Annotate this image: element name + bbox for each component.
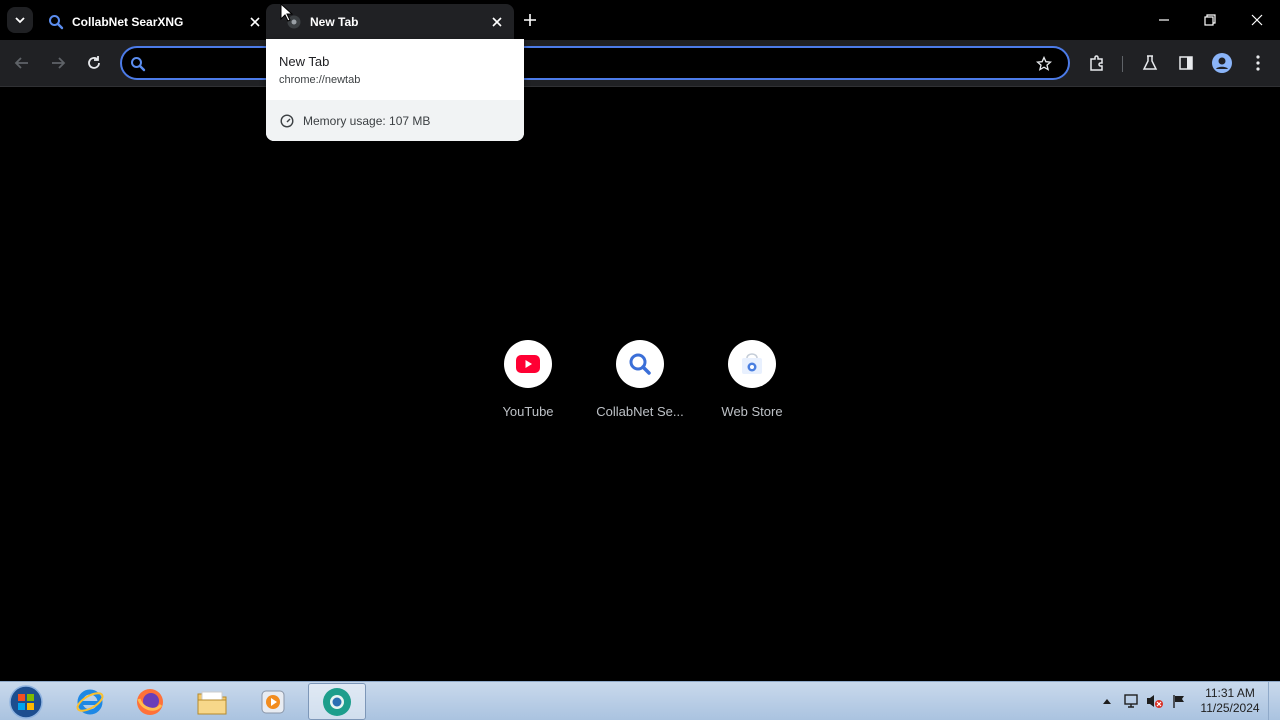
kebab-menu-icon [1256,55,1260,71]
avatar-icon [1212,53,1232,73]
restore-button[interactable] [1196,6,1224,34]
show-hidden-icons-button[interactable] [1098,692,1116,710]
profile-button[interactable] [1209,50,1235,76]
reload-icon [88,56,100,69]
toolbar [0,40,1280,87]
chevron-down-icon [15,17,25,24]
close-window-button[interactable] [1243,6,1271,34]
forward-button[interactable] [45,50,71,76]
tab-new-tab[interactable]: New Tab [266,4,514,40]
mouse-cursor-icon [280,3,294,22]
shortcut-label: Web Store [721,404,783,419]
reload-button[interactable] [81,50,107,76]
flask-icon [1142,55,1158,70]
show-desktop-button[interactable] [1268,682,1280,720]
side-panel-button[interactable] [1173,50,1199,76]
file-explorer-icon [197,691,227,714]
youtube-icon [516,355,540,373]
shortcut-youtube[interactable]: YouTube [472,340,584,430]
tab-strip: CollabNet SearXNG New Tab [0,0,1280,40]
memory-gauge-icon [279,113,295,129]
shortcut-tile [616,340,664,388]
back-arrow-icon [14,57,28,69]
taskbar-file-explorer[interactable] [185,683,239,720]
shortcut-web-store[interactable]: Web Store [696,340,808,430]
hover-card-url: chrome://newtab [279,74,361,86]
hover-card-title: New Tab [279,54,330,69]
plus-icon [524,14,536,26]
webstore-icon [742,353,762,374]
shortcut-tile [504,340,552,388]
close-icon [1251,14,1263,26]
tab-collabnet[interactable]: CollabNet SearXNG [40,4,272,40]
bookmark-star-icon[interactable] [1034,54,1054,74]
taskbar-internet-explorer[interactable] [63,683,117,720]
restore-icon [1204,14,1216,26]
search-icon [48,14,64,30]
taskbar-chrome[interactable] [308,683,366,720]
side-panel-icon [1179,56,1193,70]
forward-arrow-icon [52,57,66,69]
volume-muted-icon [1147,695,1163,708]
tab-title: New Tab [310,15,359,29]
tab-hover-card: New Tab chrome://newtab Memory usage: 10… [266,39,524,141]
taskbar-media-player[interactable] [246,683,300,720]
internet-explorer-icon [76,689,104,714]
new-tab-button[interactable] [520,10,540,30]
shortcut-label: YouTube [502,404,554,419]
shortcut-collabnet[interactable]: CollabNet Se... [584,340,696,430]
network-icon [1124,694,1138,708]
windows-logo-icon [9,685,43,719]
labs-button[interactable] [1137,50,1163,76]
extensions-button[interactable] [1084,50,1110,76]
search-icon [629,353,651,375]
system-clock[interactable]: 11:31 AM 11/25/2024 [1196,686,1264,716]
firefox-icon [137,688,163,715]
chrome-app-icon [323,687,351,716]
network-tray-icon[interactable] [1122,692,1140,710]
menu-button[interactable] [1245,50,1271,76]
clock-time: 11:31 AM [1205,686,1255,700]
shortcut-tile [728,340,776,388]
screen: CollabNet SearXNG New Tab New Tab chrome… [0,0,1280,720]
hover-card-memory: Memory usage: 107 MB [266,100,524,141]
search-icon [128,54,148,74]
address-bar[interactable] [120,46,1070,80]
puzzle-icon [1090,55,1103,71]
tab-search-button[interactable] [7,7,33,33]
shortcut-label: CollabNet Se... [596,404,684,419]
toolbar-divider [1122,56,1123,72]
close-tab-icon[interactable] [246,13,264,31]
flag-icon [1173,695,1184,708]
minimize-icon [1159,19,1169,21]
back-button[interactable] [9,50,35,76]
action-center-tray-icon[interactable] [1170,692,1188,710]
clock-date: 11/25/2024 [1200,701,1260,715]
chevron-up-icon [1103,699,1111,704]
tab-title: CollabNet SearXNG [72,15,184,29]
close-tab-icon[interactable] [488,13,506,31]
taskbar-firefox[interactable] [123,683,177,720]
media-player-icon [261,690,285,713]
volume-tray-icon[interactable] [1146,692,1164,710]
minimize-button[interactable] [1150,6,1178,34]
memory-usage-text: Memory usage: 107 MB [303,113,431,128]
start-button[interactable] [6,683,46,720]
taskbar: 11:31 AM 11/25/2024 [0,681,1280,720]
